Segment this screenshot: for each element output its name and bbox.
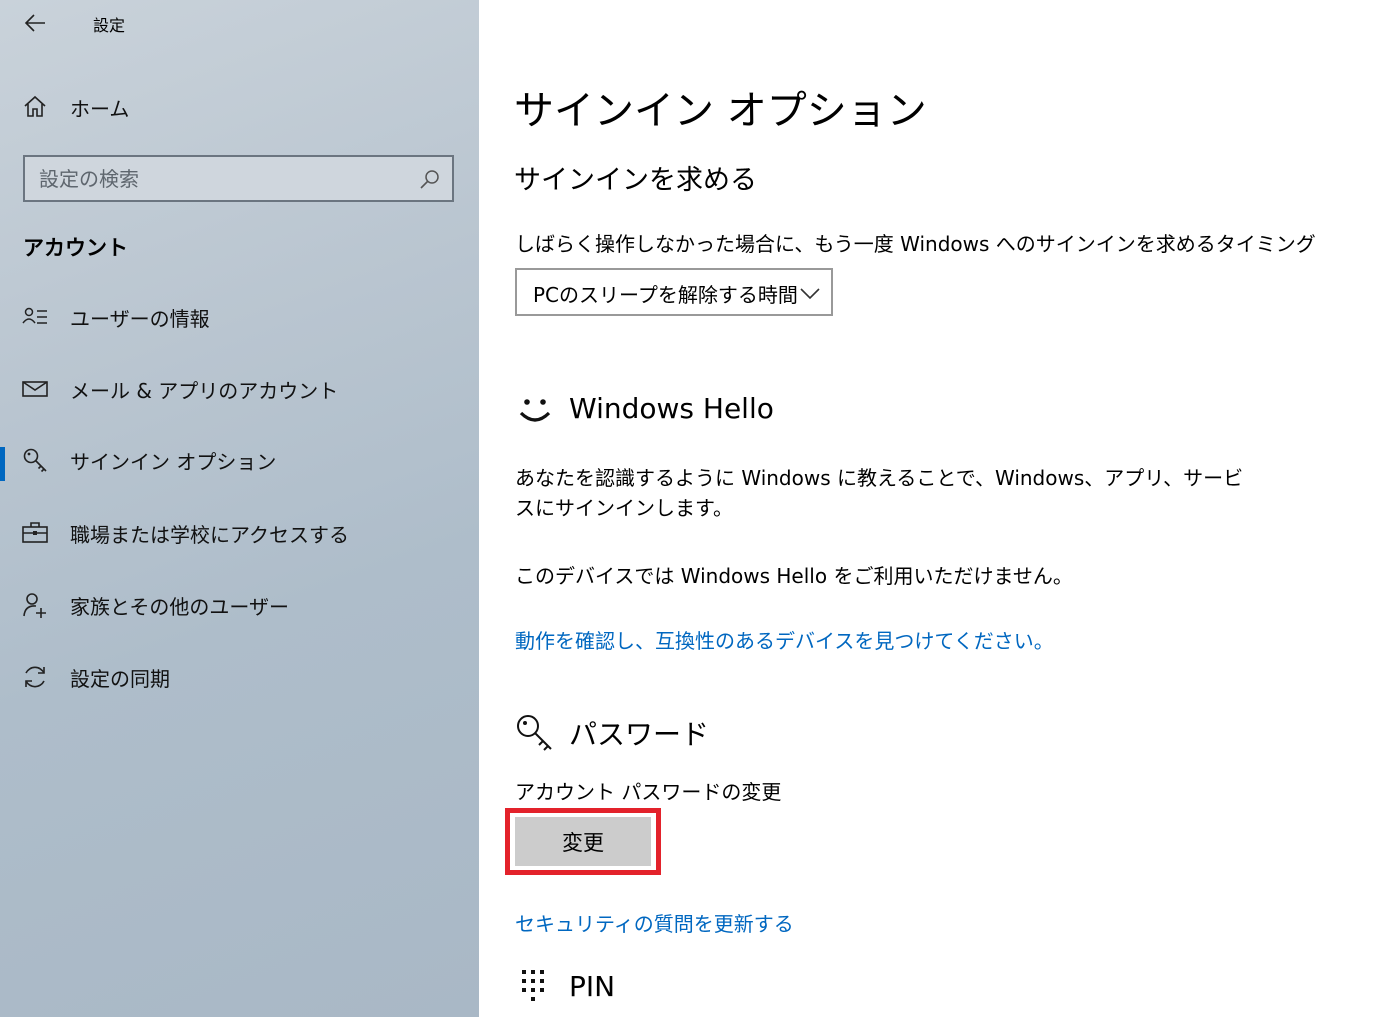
pin-heading: PIN [569,969,616,1003]
mail-icon [22,376,48,402]
dropdown-selected-value: PCのスリープを解除する時間 [533,283,798,307]
sidebar-item-label: ユーザーの情報 [70,306,210,331]
search-box[interactable] [23,155,454,202]
windows-hello-unavailable-text: このデバイスでは Windows Hello をご利用いただけません。 [515,564,1073,588]
key-icon [515,713,555,753]
section-heading-require-signin: サインインを求める [514,165,757,196]
windows-hello-description-line1: あなたを認識するように Windows に教えることで、Windows、アプリ、… [515,466,1244,490]
sidebar-item-mail-accounts[interactable]: メール & アプリのアカウント [0,364,479,414]
main-content: サインイン オプション サインインを求める しばらく操作しなかった場合に、もう一… [479,0,1399,1017]
password-header: パスワード [515,713,709,753]
sidebar-item-sync[interactable]: 設定の同期 [0,652,479,702]
sidebar-item-work-school[interactable]: 職場または学校にアクセスする [0,508,479,558]
sidebar: 設定 ホーム アカウント ユーザーの情報 メール & アプリのアカウント サイン… [0,0,479,1017]
password-heading: パスワード [569,718,710,751]
briefcase-icon [22,520,48,546]
keypad-icon [515,966,555,1006]
search-input[interactable] [39,165,409,193]
windows-hello-heading: Windows Hello [569,391,774,425]
nav-home[interactable]: ホーム [0,82,479,132]
sync-icon [22,664,48,690]
sidebar-item-label: 職場または学校にアクセスする [70,522,349,547]
back-arrow-icon [24,14,45,32]
add-user-icon [22,592,48,618]
back-button[interactable] [20,9,50,37]
app-title: 設定 [93,16,126,35]
section-heading-accounts: アカウント [23,236,128,260]
change-password-button[interactable]: 変更 [515,817,651,866]
key-icon [22,447,48,473]
signin-timing-dropdown[interactable]: PCのスリープを解除する時間 [515,268,833,316]
selected-indicator [0,447,5,481]
nav-home-label: ホーム [70,96,130,121]
security-questions-link[interactable]: セキュリティの質問を更新する [515,908,794,937]
search-icon[interactable] [418,167,442,191]
chevron-down-icon [800,288,820,300]
password-description: アカウント パスワードの変更 [515,780,782,804]
title-bar: 設定 [0,0,479,46]
user-info-icon [22,304,48,330]
smiley-face-icon [515,388,555,428]
home-icon [22,94,48,120]
require-signin-description: しばらく操作しなかった場合に、もう一度 Windows へのサインインを求めるタ… [515,232,1316,256]
sidebar-item-label: メール & アプリのアカウント [70,378,339,403]
pin-header: PIN [515,966,615,1006]
sidebar-item-label: 設定の同期 [70,666,170,691]
sidebar-item-label: サインイン オプション [70,449,277,474]
windows-hello-header: Windows Hello [515,388,774,428]
sidebar-item-label: 家族とその他のユーザー [70,594,289,619]
windows-hello-description-line2: スにサインインします。 [515,496,733,520]
sidebar-item-family-users[interactable]: 家族とその他のユーザー [0,580,479,630]
sidebar-item-signin-options[interactable]: サインイン オプション [0,435,479,485]
compatible-devices-link[interactable]: 動作を確認し、互換性のあるデバイスを見つけてください。 [515,625,1054,654]
page-title: サインイン オプション [514,88,927,134]
sidebar-item-user-info[interactable]: ユーザーの情報 [0,292,479,342]
